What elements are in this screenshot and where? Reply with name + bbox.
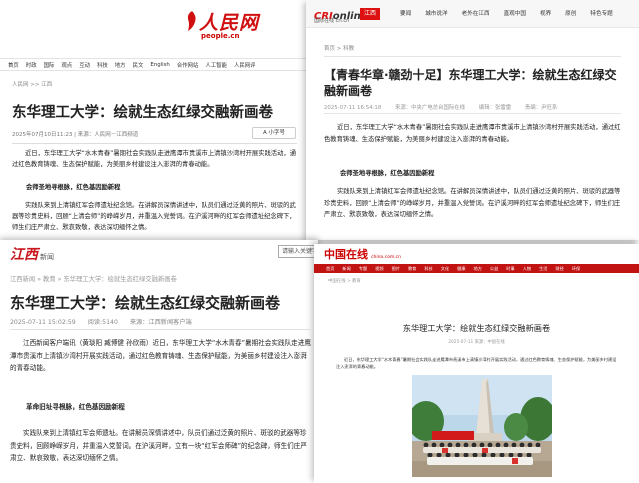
breadcrumb[interactable]: 中国在线 > 教育 — [328, 278, 361, 284]
article-intro: 近日，东华理工大学“水木青春”暑期社会实践队走进鹰潭市贵溪市上清镇沙湾村开展实践… — [12, 150, 296, 168]
chief-editor: 责编：尹旺系 — [524, 105, 558, 111]
nav-item[interactable]: 教育 — [408, 266, 416, 272]
nav-item[interactable]: English — [150, 62, 169, 68]
article-intro: 近日，东华理工大学“水木青春”暑期社会实践队走进鹰潭市贵溪市上清镇沙湾村开展实践… — [336, 357, 617, 369]
publish-time: 2025-07-11 15:02:59 — [10, 319, 76, 326]
article-title: 【青春华章·赣劲十足】东华理工大学：绘就生态红绿交融新画卷 — [324, 68, 617, 98]
nav-item[interactable]: 人工智能 — [205, 61, 227, 69]
nav-item[interactable]: 国际 — [44, 61, 55, 69]
nav-item[interactable]: 地方 — [115, 61, 126, 69]
nav-item[interactable]: 环保 — [572, 266, 580, 272]
site-header: CRIonline 国际在线 cri.cn 江西 要闻 城市说洋 老外在江西 直… — [306, 0, 639, 28]
nav-item[interactable]: 视频 — [375, 266, 383, 272]
article-paragraph: 实践队来到上清镇红军会师遗址纪念馆。在讲解员深情讲述中，队员们通过泛黄的照片、斑… — [324, 188, 621, 219]
logo-domain: people.cn — [201, 32, 240, 40]
source: 来源：江西新闻客户端 — [129, 319, 192, 326]
nav-item[interactable]: 科技 — [97, 61, 108, 69]
divider — [324, 113, 621, 114]
jxnews-article-panel: 江西 新闻 请输入关键字 江西新闻 » 教育 » 东华理工大学：绘就生态红绿交融新… — [0, 240, 318, 483]
main-nav: 首页 新闻 专题 视频 图片 教育 科技 文化 健康 地方 公益 时事 人物 生… — [314, 264, 639, 273]
search-input[interactable]: 请输入关键字 — [278, 245, 318, 258]
article-title: 东华理工大学：绘就生态红绿交融新画卷 — [10, 294, 281, 312]
publish-time: 2025-07-11 16:54:18 — [324, 105, 382, 111]
china-online-article-panel: 中国在线 china.com.cn 首页 新闻 专题 视频 图片 教育 科技 文化… — [314, 244, 639, 483]
editor: 编辑：张雷雷 — [478, 105, 512, 111]
nav-item[interactable]: 特色专题 — [590, 9, 612, 17]
divider — [324, 56, 621, 57]
article-paragraph: 实践队来到上清镇红军会师遗址。在讲解员深情讲述中，队员们通过泛黄的照片、斑驳的武… — [10, 429, 307, 462]
section-heading: 会师圣地寻根脉，红色基因励新程 — [26, 184, 121, 191]
people-cn-logo[interactable]: 人民网 people.cn — [185, 8, 265, 44]
red-banner — [432, 431, 474, 440]
article-intro: 江西新闻客户端讯（黄琰阳 臧博健 孙欣雨）近日，东华理工大学“水木青春”暑期社会… — [10, 339, 311, 372]
nav-item[interactable]: 专题 — [359, 266, 367, 272]
nav-item[interactable]: 要闻 — [400, 9, 411, 17]
nav-item[interactable]: 观点 — [61, 61, 72, 69]
breadcrumb[interactable]: 首页 > 科教 — [324, 44, 354, 52]
nav-item[interactable]: 首页 — [8, 61, 19, 69]
nav-item[interactable]: 直观中国 — [504, 9, 526, 17]
article-meta: 2025-07-11 15:02:59 阅读:5140 来源：江西新闻客户端 — [10, 317, 202, 326]
main-nav: 首页 时政 国际 观点 互动 科技 地方 民文 English 合作网站 人工智… — [0, 58, 312, 71]
article-meta: 2025-07-11 16:54:18 来源：中央广电总台国际在线 编辑：张雷雷… — [324, 103, 569, 111]
nav-item[interactable]: 民文 — [133, 61, 144, 69]
font-size-button[interactable]: A 小字号 — [252, 127, 296, 139]
section-heading: 会师圣地寻根脉，红色基因励新程 — [340, 170, 435, 177]
people-cn-article-panel: 人民网 people.cn 首页 时政 国际 观点 互动 科技 地方 民文 En… — [0, 0, 312, 240]
jxnews-logo[interactable]: 江西 新闻 — [10, 244, 54, 263]
nav-item[interactable]: 城市说洋 — [425, 9, 447, 17]
nav-item[interactable]: 健康 — [457, 266, 465, 272]
nav-item[interactable]: 图片 — [392, 266, 400, 272]
nav-item[interactable]: 财经 — [555, 266, 563, 272]
nav-item[interactable]: 人民网评 — [234, 61, 256, 69]
section-heading: 革命旧址寻根脉，红色基因励新程 — [26, 403, 125, 411]
breadcrumb[interactable]: 江西新闻 » 教育 » 东华理工大学：绘就生态红绿交融新画卷 — [10, 274, 177, 283]
nav-item[interactable]: 视界 — [540, 9, 551, 17]
article-title: 东华理工大学：绘就生态红绿交融新画卷 — [402, 323, 551, 333]
nav-item[interactable]: 合作网站 — [177, 61, 199, 69]
divider — [10, 329, 310, 330]
nav-item[interactable]: 公益 — [490, 266, 498, 272]
people-seal-icon — [187, 11, 196, 31]
nav-item[interactable]: 时事 — [506, 266, 514, 272]
nav-item[interactable]: 首页 — [326, 266, 334, 272]
nav-item[interactable]: 新闻 — [342, 266, 350, 272]
group-photo — [412, 375, 552, 477]
nav-item[interactable]: 老外在江西 — [462, 9, 490, 17]
nav-item[interactable]: 文化 — [441, 266, 449, 272]
breadcrumb[interactable]: 人民网 >> 江西 — [12, 80, 52, 88]
article-meta: 2025年07月10日11:23 | 来源：人民网－江西频道 — [12, 132, 139, 138]
nav-item[interactable]: 生活 — [539, 266, 547, 272]
nav-item[interactable]: 地方 — [474, 266, 482, 272]
site-header: 中国在线 china.com.cn — [314, 244, 639, 262]
read-count: 阅读:5140 — [87, 319, 118, 326]
region-badge[interactable]: 江西 — [360, 8, 380, 20]
article-paragraph: 实践队来到上清镇红军会师遗址纪念馆。在讲解员深情讲述中，队员们通过泛黄的照片、斑… — [12, 202, 296, 231]
cri-online-article-panel: CRIonline 国际在线 cri.cn 江西 要闻 城市说洋 老外在江西 直… — [306, 0, 639, 240]
nav-item[interactable]: 人物 — [523, 266, 531, 272]
article-intro: 近日，东华理工大学“水木青春”暑期社会实践队走进鹰潭市贵溪市上清镇沙湾村开展实践… — [324, 124, 621, 143]
nav-item[interactable]: 时政 — [26, 61, 37, 69]
nav-item[interactable]: 原创 — [565, 9, 576, 17]
china-online-logo[interactable]: 中国在线 china.com.cn — [324, 246, 401, 262]
source: 来源：中央广电总台国际在线 — [394, 105, 466, 111]
nav-item[interactable]: 科技 — [424, 266, 432, 272]
main-nav: 要闻 城市说洋 老外在江西 直观中国 视界 原创 特色专题 — [400, 9, 627, 17]
article-title: 东华理工大学：绘就生态红绿交融新画卷 — [12, 105, 273, 121]
nav-item[interactable]: 互动 — [79, 61, 90, 69]
article-meta: 2025-07-11 来源：中国在线 — [448, 340, 505, 345]
logo-text: 人民网 — [199, 12, 260, 34]
divider — [12, 143, 297, 144]
